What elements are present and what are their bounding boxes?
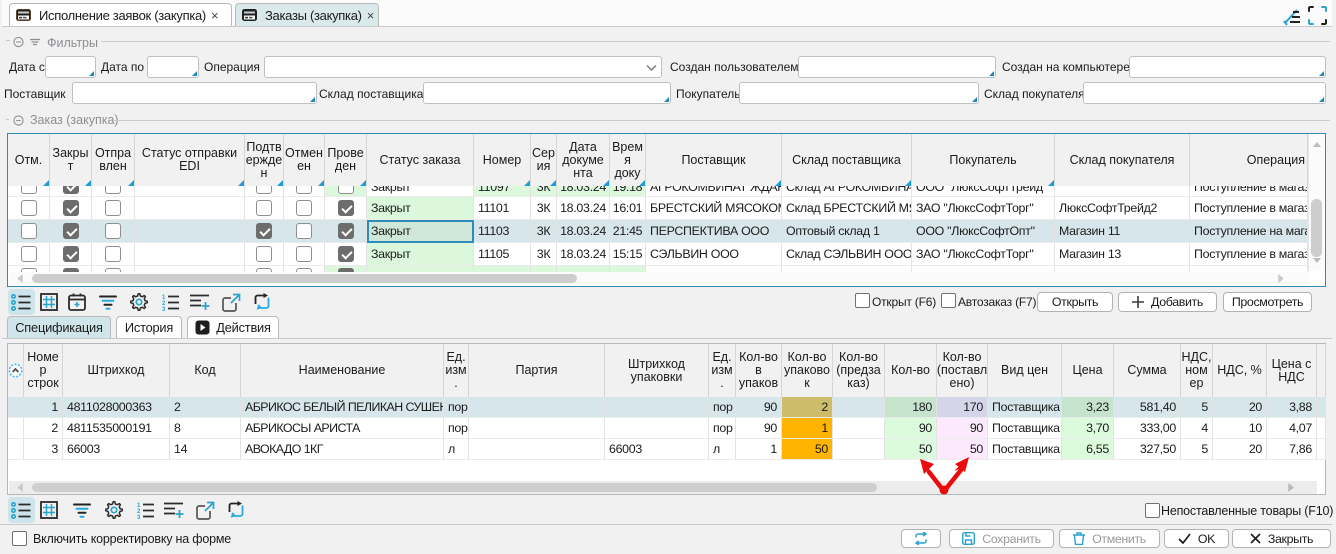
svg-text:3: 3 xyxy=(162,307,166,311)
svg-text:3: 3 xyxy=(137,515,141,519)
